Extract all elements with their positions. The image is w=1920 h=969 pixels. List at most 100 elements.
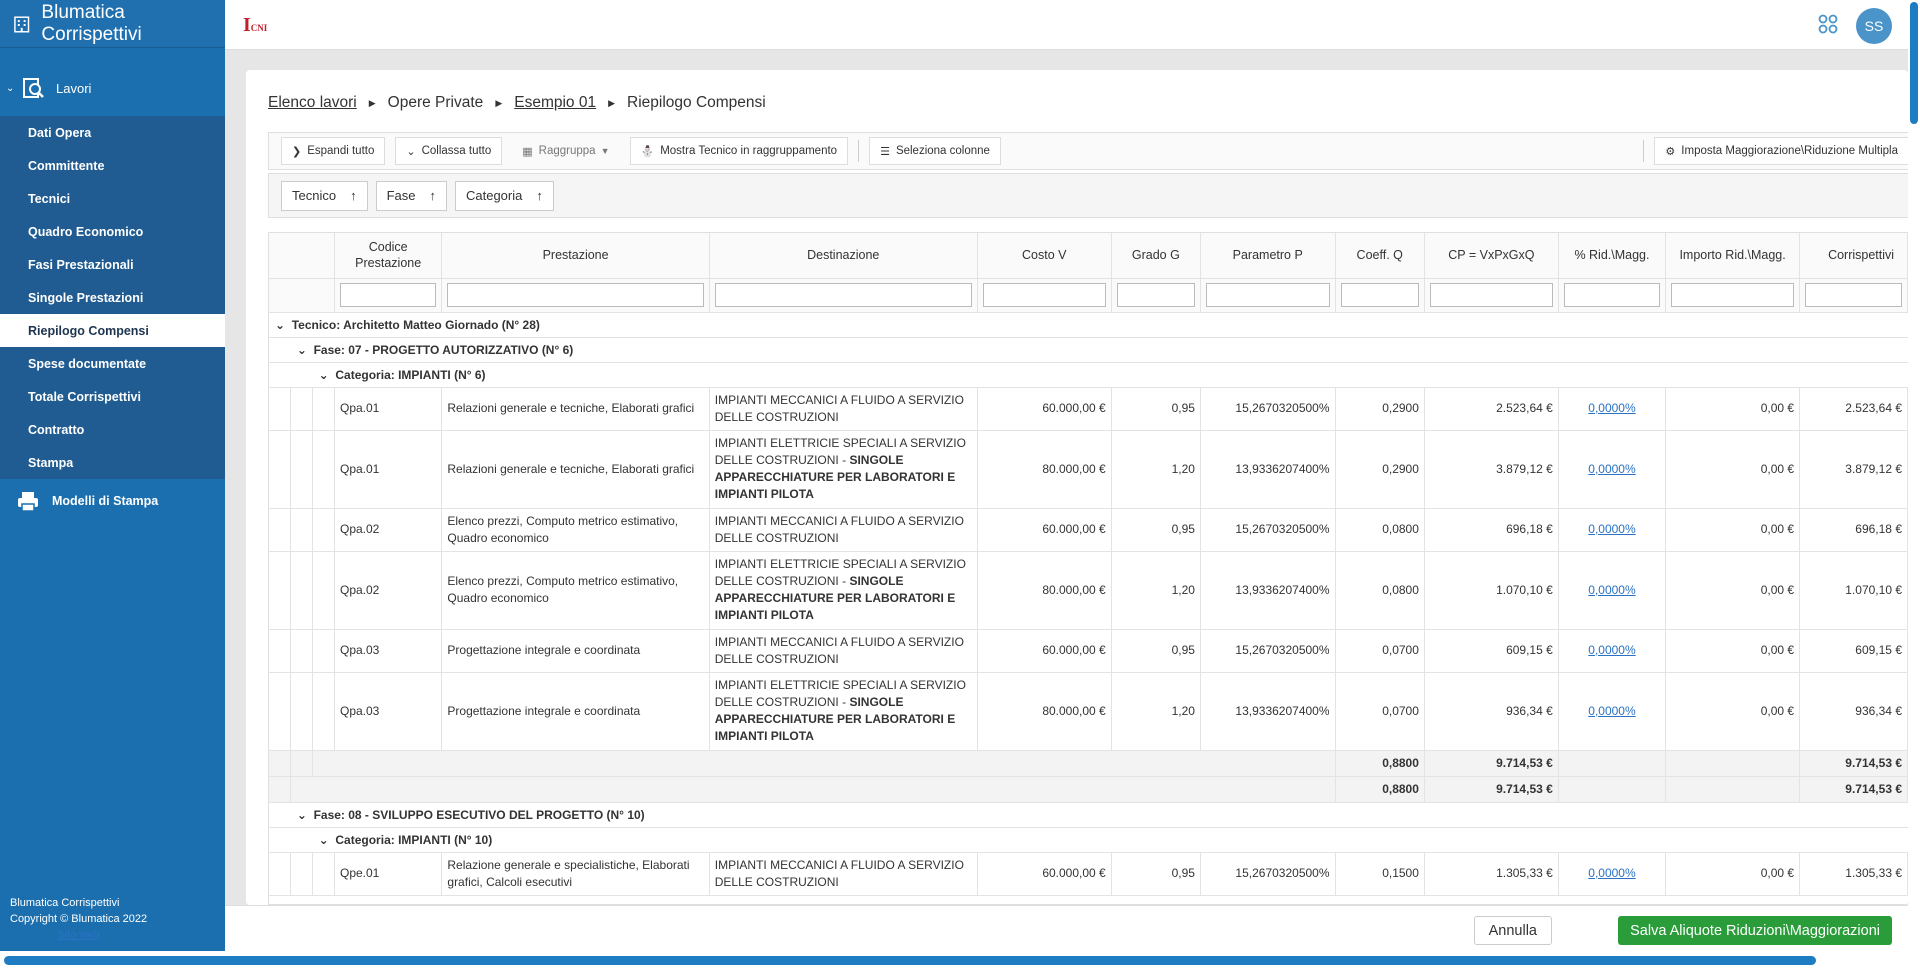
sidebar-item-quadro-economico[interactable]: Quadro Economico	[0, 215, 225, 248]
sidebar-item-stampa[interactable]: Stampa	[0, 446, 225, 479]
cell-pct-link[interactable]: 0,0000%	[1558, 672, 1667, 751]
apps-grid-icon[interactable]	[1818, 14, 1838, 34]
sidebar-item-fasi-prestazionali[interactable]: Fasi Prestazionali	[0, 248, 225, 281]
filter-input[interactable]	[982, 283, 1106, 307]
chevron-down-icon[interactable]: ⌄	[319, 833, 329, 847]
filter-input[interactable]	[1205, 283, 1330, 307]
breadcrumb-esempio[interactable]: Esempio 01	[514, 94, 596, 112]
group-chip-fase[interactable]: Fase ↑	[375, 180, 447, 211]
table-row[interactable]: Qpa.02 Elenco prezzi, Computo metrico es…	[269, 551, 1908, 630]
col-header-destinazione[interactable]: Destinazione	[709, 233, 978, 279]
group-dropdown[interactable]: ▦ Raggruppa ▼	[512, 137, 619, 165]
summary-corr: 9.714,53 €	[1799, 750, 1908, 777]
indent-cell	[269, 852, 292, 896]
cell-importo: 0,00 €	[1665, 551, 1801, 630]
chevron-down-icon[interactable]: ⌄	[319, 368, 329, 382]
indent-cell	[269, 508, 292, 552]
sidebar-item-tecnici[interactable]: Tecnici	[0, 182, 225, 215]
cell-code: Qpa.02	[334, 551, 443, 630]
cell-prestazione: Progettazione integrale e coordinata	[441, 629, 710, 673]
col-header-grado[interactable]: Grado G	[1111, 233, 1201, 279]
sidebar-item-contratto[interactable]: Contratto	[0, 413, 225, 446]
filter-input[interactable]	[1429, 283, 1553, 307]
chevron-down-icon[interactable]: ⌄	[275, 318, 285, 332]
indent-cell	[290, 362, 313, 388]
cell-pct-link[interactable]: 0,0000%	[1558, 430, 1667, 509]
filter-input[interactable]	[714, 283, 972, 307]
col-header-prestazione[interactable]: Prestazione	[441, 233, 710, 279]
cell-pct-link[interactable]: 0,0000%	[1558, 387, 1667, 431]
cell-pct-link[interactable]: 0,0000%	[1558, 629, 1667, 673]
col-header-pct[interactable]: % Rid.\Magg.	[1558, 233, 1667, 279]
set-multiple-button[interactable]: ⚙ Imposta Maggiorazione\Riduzione Multipl…	[1654, 137, 1908, 165]
user-icon: ⛄	[640, 145, 655, 158]
horizontal-scrollbar[interactable]	[0, 951, 1920, 969]
menu-modelli-stampa[interactable]: Modelli di Stampa	[0, 479, 225, 523]
filter-input[interactable]	[1671, 283, 1795, 307]
cell-prestazione: Elenco prezzi, Computo metrico estimativ…	[441, 508, 710, 552]
indent-cell	[269, 672, 292, 751]
filter-input[interactable]	[339, 283, 437, 307]
header-row: Codice Prestazione Prestazione Destinazi…	[269, 233, 1908, 279]
vertical-scroll-thumb[interactable]	[1910, 2, 1918, 124]
cell-grado: 1,20	[1111, 430, 1201, 509]
cell-importo: 0,00 €	[1665, 387, 1801, 431]
breadcrumb-elenco-lavori[interactable]: Elenco lavori	[268, 94, 357, 112]
sidebar-item-riepilogo-compensi[interactable]: Riepilogo Compensi	[0, 314, 225, 347]
group-row-fase[interactable]: ⌄ Fase: 07 - PROGETTO AUTORIZZATIVO (N° …	[269, 337, 1908, 363]
menu-lavori[interactable]: ⌄ Lavori	[0, 68, 225, 108]
col-header-cp[interactable]: CP = VxPxGxQ	[1424, 233, 1559, 279]
filter-input[interactable]	[447, 283, 704, 307]
vertical-scrollbar[interactable]	[1908, 0, 1920, 951]
horizontal-scroll-thumb[interactable]	[4, 956, 1816, 965]
chevron-down-icon[interactable]: ⌄	[297, 343, 307, 357]
table-row[interactable]: Qpa.01 Relazioni generale e tecniche, El…	[269, 387, 1908, 431]
cell-costo: 80.000,00 €	[977, 672, 1112, 751]
group-row-categoria[interactable]: ⌄ Categoria: IMPIANTI (N° 6)	[269, 362, 1908, 388]
col-header-parametro[interactable]: Parametro P	[1200, 233, 1336, 279]
sort-arrow-up-icon[interactable]: ↑	[350, 188, 357, 203]
show-tech-button[interactable]: ⛄ Mostra Tecnico in raggruppamento	[629, 137, 849, 165]
cell-pct-link[interactable]: 0,0000%	[1558, 508, 1667, 552]
cell-pct-link[interactable]: 0,0000%	[1558, 852, 1667, 896]
sidebar-item-dati-opera[interactable]: Dati Opera	[0, 116, 225, 149]
filter-input[interactable]	[1805, 283, 1902, 307]
sidebar-item-totale-corrispettivi[interactable]: Totale Corrispettivi	[0, 380, 225, 413]
table-row[interactable]: Qpa.03 Progettazione integrale e coordin…	[269, 629, 1908, 673]
col-header-costo[interactable]: Costo V	[977, 233, 1112, 279]
sidebar-item-committente[interactable]: Committente	[0, 149, 225, 182]
col-header-coeff[interactable]: Coeff. Q	[1335, 233, 1425, 279]
collapse-all-button[interactable]: ⌄ Collassa tutto	[395, 137, 503, 165]
sidebar-item-spese-documentate[interactable]: Spese documentate	[0, 347, 225, 380]
group-row-fase[interactable]: ⌄ Fase: 08 - SVILUPPO ESECUTIVO DEL PROG…	[269, 802, 1908, 828]
chevron-down-icon[interactable]: ⌄	[297, 808, 307, 822]
cancel-button[interactable]: Annulla	[1473, 916, 1552, 945]
expand-all-button[interactable]: ❯ Espandi tutto	[281, 137, 386, 165]
filter-input[interactable]	[1340, 283, 1419, 307]
indent-cell	[290, 827, 313, 853]
sort-arrow-up-icon[interactable]: ↑	[429, 188, 436, 203]
filter-input[interactable]	[1563, 283, 1661, 307]
group-chip-categoria[interactable]: Categoria ↑	[454, 180, 554, 211]
col-header-corrispettivi[interactable]: Corrispettivi	[1799, 233, 1908, 279]
col-header-codice[interactable]: Codice Prestazione	[334, 233, 443, 279]
table-row[interactable]: Qpa.02 Elenco prezzi, Computo metrico es…	[269, 508, 1908, 552]
col-header-importo[interactable]: Importo Rid.\Magg.	[1665, 233, 1801, 279]
table-row[interactable]: Qpa.01 Relazioni generale e tecniche, El…	[269, 430, 1908, 509]
group-row-categoria[interactable]: ⌄ Categoria: IMPIANTI (N° 10)	[269, 827, 1908, 853]
sort-arrow-up-icon[interactable]: ↑	[536, 188, 543, 203]
save-button[interactable]: Salva Aliquote Riduzioni\Maggiorazioni	[1618, 916, 1892, 945]
table-row[interactable]: Qpe.01 Relazione generale e specialistic…	[269, 852, 1908, 896]
filter-input[interactable]	[1116, 283, 1195, 307]
group-chip-tecnico[interactable]: Tecnico ↑	[281, 180, 368, 211]
set-multiple-label: Imposta Maggiorazione\Riduzione Multipla	[1681, 145, 1898, 157]
sidebar-item-singole-prestazioni[interactable]: Singole Prestazioni	[0, 281, 225, 314]
indent-cell	[269, 827, 291, 853]
table-row[interactable]: Qpa.03 Progettazione integrale e coordin…	[269, 672, 1908, 751]
footer-site-link[interactable]: Sito web	[10, 927, 147, 943]
app-brand[interactable]: Blumatica Corrispettivi	[0, 0, 225, 48]
user-avatar[interactable]: SS	[1856, 8, 1892, 44]
select-columns-button[interactable]: ☰ Seleziona colonne	[869, 137, 1001, 165]
group-row-tecnico[interactable]: ⌄ Tecnico: Architetto Matteo Giornado (N…	[269, 312, 1908, 338]
cell-pct-link[interactable]: 0,0000%	[1558, 551, 1667, 630]
